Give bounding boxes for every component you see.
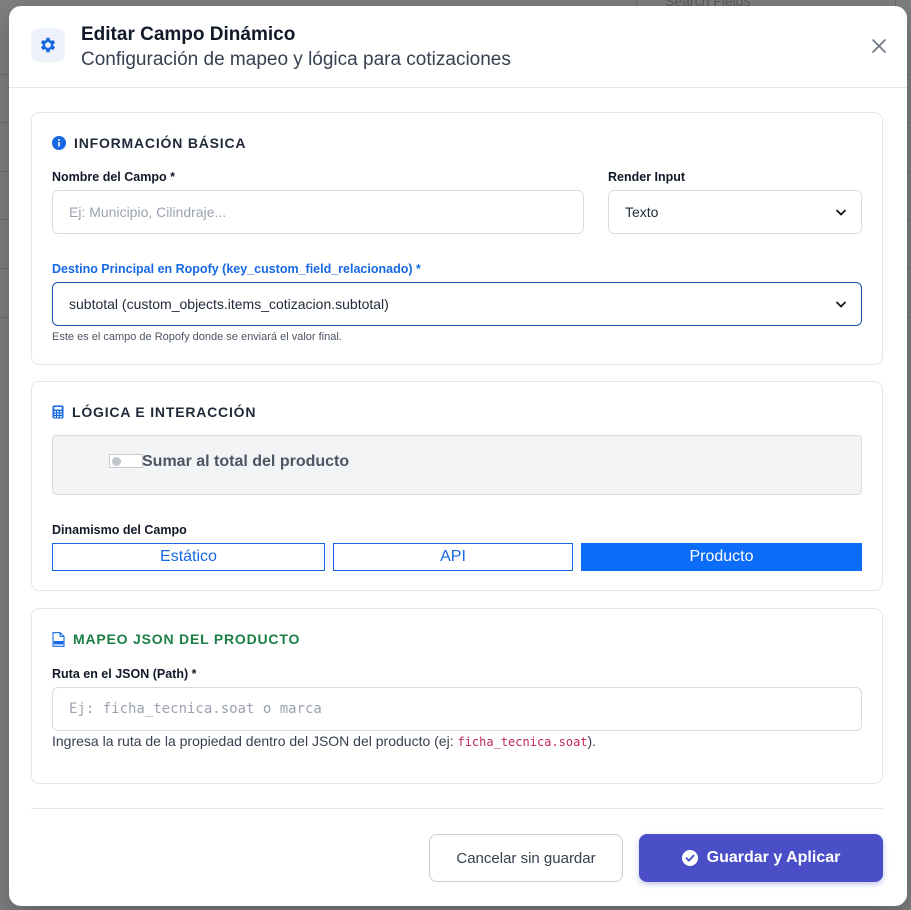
info-icon: [52, 136, 66, 150]
basic-info-title-text: INFORMACIÓN BÁSICA: [74, 135, 247, 151]
chevron-down-icon: [835, 209, 847, 216]
field-name-placeholder: Ej: Municipio, Cilindraje...: [69, 204, 227, 220]
chevron-down-icon: [835, 301, 847, 308]
gear-icon: [31, 28, 65, 62]
json-path-help-prefix: Ingresa la ruta de la propiedad dentro d…: [52, 733, 458, 749]
dynamism-option-static[interactable]: Estático: [52, 543, 325, 571]
field-name-input[interactable]: Ej: Municipio, Cilindraje...: [52, 190, 584, 234]
dynamism-option-product[interactable]: Producto: [581, 543, 862, 571]
json-file-icon: [52, 631, 65, 647]
basic-info-section: INFORMACIÓN BÁSICA Nombre del Campo * Ej…: [31, 112, 883, 365]
sum-toggle-container: Sumar al total del producto: [52, 435, 862, 495]
edit-field-modal: Editar Campo Dinámico Configuración de m…: [9, 6, 907, 906]
save-apply-button[interactable]: Guardar y Aplicar: [639, 834, 883, 882]
target-field-value: subtotal (custom_objects.items_cotizacio…: [69, 296, 389, 312]
json-path-help-code: ficha_tecnica.soat: [457, 735, 588, 749]
json-path-help: Ingresa la ruta de la propiedad dentro d…: [52, 733, 596, 749]
render-input-label: Render Input: [608, 170, 686, 184]
json-mapping-title-text: MAPEO JSON DEL PRODUCTO: [73, 631, 301, 647]
json-path-input[interactable]: Ej: ficha_tecnica.soat o marca: [52, 687, 862, 731]
field-name-label: Nombre del Campo *: [52, 170, 175, 184]
json-path-label: Ruta en el JSON (Path) *: [52, 667, 197, 681]
target-field-select[interactable]: subtotal (custom_objects.items_cotizacio…: [52, 282, 862, 326]
target-field-help: Este es el campo de Ropofy donde se envi…: [52, 331, 342, 343]
dynamism-label: Dinamismo del Campo: [52, 523, 187, 537]
logic-title: LÓGICA E INTERACCIÓN: [52, 404, 256, 420]
toggle-knob: [112, 457, 121, 466]
modal-title: Editar Campo Dinámico: [81, 24, 296, 45]
save-apply-label: Guardar y Aplicar: [706, 849, 841, 866]
footer-divider: [31, 808, 883, 809]
calculator-icon: [52, 405, 64, 419]
logic-title-text: LÓGICA E INTERACCIÓN: [72, 404, 257, 420]
sum-total-label[interactable]: Sumar al total del producto: [142, 453, 349, 471]
json-mapping-title: MAPEO JSON DEL PRODUCTO: [52, 631, 300, 647]
close-icon[interactable]: [869, 36, 889, 56]
basic-info-title: INFORMACIÓN BÁSICA: [52, 135, 246, 151]
target-field-label: Destino Principal en Ropofy (key_custom_…: [52, 262, 421, 276]
json-mapping-section: MAPEO JSON DEL PRODUCTO Ruta en el JSON …: [31, 608, 883, 784]
render-input-select[interactable]: Texto: [608, 190, 862, 234]
check-circle-icon: [681, 850, 698, 866]
modal-header: Editar Campo Dinámico Configuración de m…: [9, 6, 907, 88]
cancel-button[interactable]: Cancelar sin guardar: [429, 834, 623, 882]
dynamism-option-api[interactable]: API: [333, 543, 573, 571]
render-input-value: Texto: [625, 204, 659, 220]
sum-total-toggle[interactable]: [109, 454, 143, 468]
json-path-placeholder: Ej: ficha_tecnica.soat o marca: [69, 701, 322, 717]
logic-section: LÓGICA E INTERACCIÓN Sumar al total del …: [31, 381, 883, 591]
modal-subtitle: Configuración de mapeo y lógica para cot…: [81, 49, 511, 70]
json-path-help-suffix: ).: [587, 733, 597, 749]
